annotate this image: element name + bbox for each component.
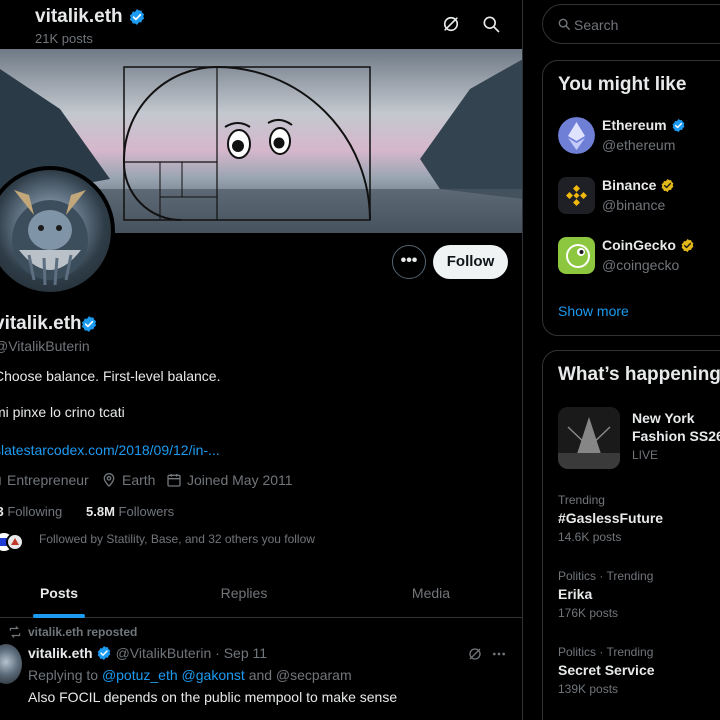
verified-badge-icon [81,316,97,332]
briefcase-icon [0,476,1,486]
location-meta: Earth [101,472,155,488]
trend-item[interactable]: Politics · Trending Erika 176K posts [558,569,720,620]
news-status: LIVE [632,448,659,462]
followers-stat[interactable]: 5.8M Followers [86,504,174,519]
active-tab-indicator [33,614,85,618]
search-input[interactable]: Search [574,17,618,33]
search-box[interactable]: Search [542,4,720,44]
profile-handle: @VitalikButerin [0,338,90,354]
following-label: Following [7,504,63,519]
news-title[interactable]: New York Fashion SS26 [632,409,720,445]
trend-context: Trending [558,493,605,507]
post-header: vitalik.eth @VitalikButerin · Sep 11 [28,645,267,661]
profession-meta: Entrepreneur [0,472,89,488]
whats-happening-title: What’s happening [558,364,720,385]
replying-prefix: Replying to [28,667,99,683]
you-might-like-card: You might like Ethereum @ethereum Binanc… [542,60,720,336]
post-author-name[interactable]: vitalik.eth [28,645,93,661]
tab-media[interactable]: Media [361,568,501,618]
calendar-icon [167,474,181,487]
post-text: Also FOCIL depends on the public mempool… [28,689,398,705]
suggested-account[interactable]: Ethereum @ethereum [558,117,720,157]
trend-item[interactable]: Politics · Trending Secret Service 139K … [558,645,720,696]
gold-verified-badge-icon [662,178,674,192]
location-text: Earth [122,472,156,488]
followed-by-text[interactable]: Followed by Statility, Base, and 32 othe… [39,532,315,546]
account-name: CoinGecko [602,237,695,253]
tab-posts[interactable]: Posts [0,568,118,618]
show-more-link[interactable]: Show more [558,303,629,319]
repost-indicator: vitalik.eth reposted [8,625,137,639]
repost-label: vitalik.eth reposted [28,625,138,639]
account-name: Binance [602,177,675,193]
profession-text: Entrepreneur [7,472,89,488]
verified-badge-icon [129,9,145,25]
profile-column: vitalik.eth 21K posts ••• Follow vitalik… [0,0,523,720]
following-stat[interactable]: 543 Following [0,504,62,519]
repost-icon [9,626,21,638]
trend-context: Politics · Trending [558,569,654,583]
you-might-like-title: You might like [558,74,687,95]
post-author-avatar[interactable] [0,644,22,684]
profile-display-name: vitalik.eth [0,313,82,334]
grok-icon[interactable] [467,646,483,662]
tab-replies[interactable]: Replies [174,568,314,618]
joined-meta: Joined May 2011 [166,472,293,488]
more-options-icon[interactable] [491,646,507,662]
post-meta: @VitalikButerin · Sep 11 [115,645,268,661]
trend-count: 14.6K posts [558,530,622,544]
suggested-account[interactable]: Binance @binance [558,177,720,217]
header-post-count: 21K posts [35,31,93,46]
profile-header: vitalik.eth 21K posts [0,0,522,49]
trend-name: Secret Service [558,662,655,678]
replying-suffix: and @secparam [248,667,352,683]
account-handle: @ethereum [602,137,676,153]
verified-badge-icon [672,118,684,132]
verified-badge-icon [97,646,110,660]
gold-verified-badge-icon [681,238,694,252]
followers-avatars [0,533,24,551]
joined-text: Joined May 2011 [187,472,293,488]
binance-logo-icon [558,177,595,214]
more-options-button[interactable]: ••• [392,245,426,279]
account-handle: @binance [602,197,666,213]
trend-item[interactable]: Trending #GaslessFuture 14.6K posts [558,493,720,544]
replying-to: Replying to @potuz_eth @gakonst and @sec… [28,667,352,683]
right-sidebar: Search You might like Ethereum @ethereum [524,0,720,720]
mention-link[interactable]: @potuz_eth [102,667,178,683]
trend-count: 176K posts [558,606,619,620]
ethereum-logo-icon [558,117,595,154]
trend-name: Erika [558,586,593,602]
news-thumbnail[interactable] [558,407,620,469]
suggested-account[interactable]: CoinGecko @coingecko [558,237,720,277]
search-icon[interactable] [481,14,501,34]
coingecko-logo-icon [558,237,595,274]
following-count: 543 [0,504,4,519]
followers-count: 5.8M [86,504,115,519]
followers-label: Followers [118,504,175,519]
account-handle: @coingecko [602,257,680,273]
trend-context: Politics · Trending [558,645,654,659]
avatar-image [12,190,88,286]
account-name: Ethereum [602,117,686,133]
trend-count: 139K posts [558,682,619,696]
profile-tabs: Posts Replies Media [0,568,522,618]
follow-button[interactable]: Follow [433,245,508,279]
grok-icon[interactable] [441,14,461,34]
header-name: vitalik.eth [35,6,123,27]
profile-bio-line: mi pinxe lo crino tcati [0,404,125,420]
trend-name: #GaslessFuture [558,510,664,526]
location-pin-icon [103,473,115,487]
whats-happening-card: What’s happening New York Fashion SS26 L… [542,350,720,720]
profile-link[interactable]: slatestarcodex.com/2018/09/12/in-... [0,442,220,458]
search-icon [558,18,570,30]
mention-link[interactable]: @gakonst [182,667,245,683]
profile-bio-line: Choose balance. First-level balance. [0,368,221,384]
